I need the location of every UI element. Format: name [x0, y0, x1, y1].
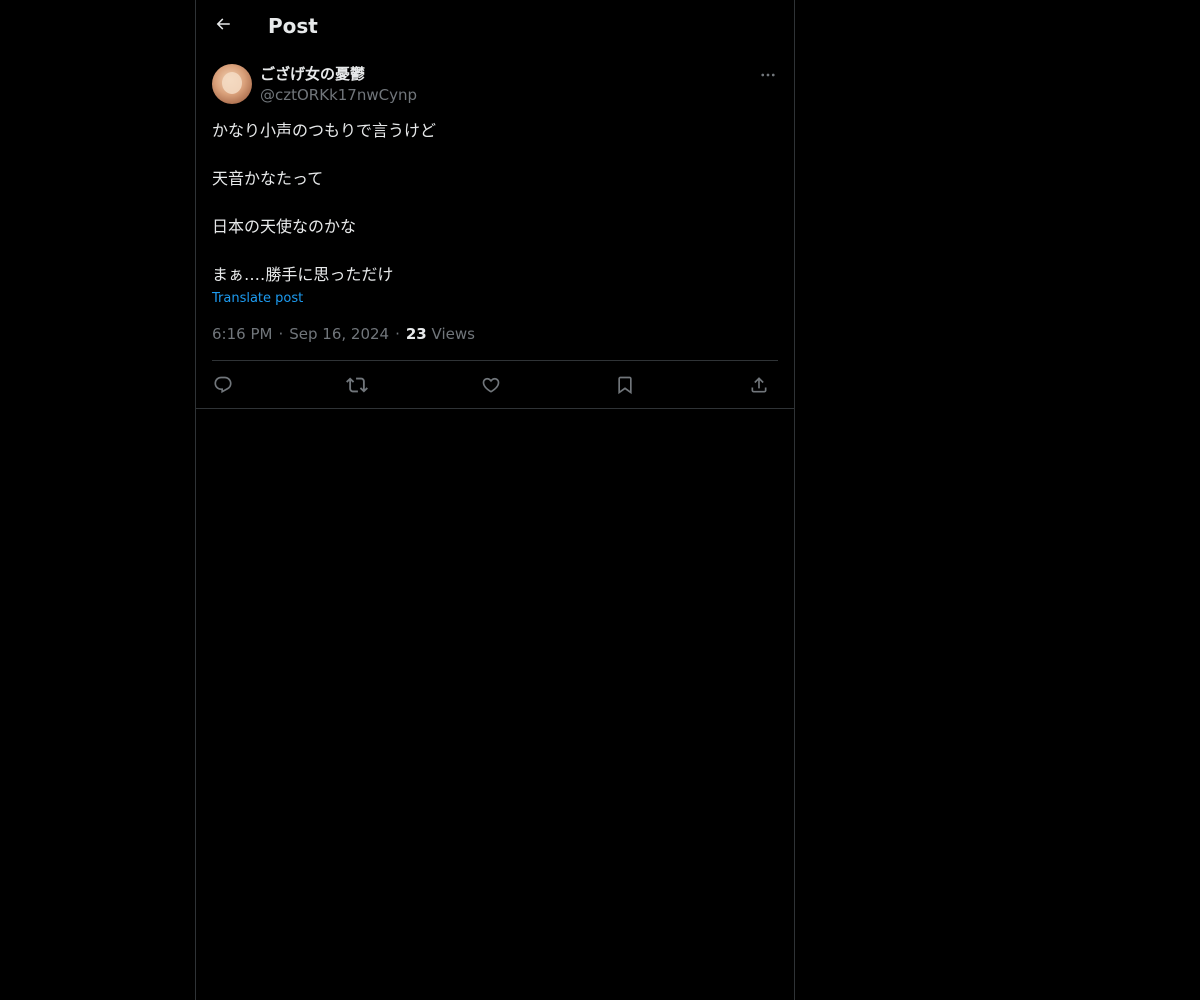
share-button[interactable]	[746, 372, 772, 398]
views-count: 23	[405, 325, 427, 343]
post-date[interactable]: Sep 16, 2024	[289, 325, 389, 343]
post-line: かなり小声のつもりで言うけど	[212, 121, 437, 140]
arrow-left-icon	[216, 18, 230, 30]
post-column: Post ござげ女の憂鬱 @cztORKk17nwCynp かなり小声のつもりで…	[195, 0, 795, 1000]
author-display-name[interactable]: ござげ女の憂鬱	[260, 64, 365, 84]
author-handle[interactable]: @cztORKk17nwCynp	[260, 85, 417, 105]
back-button[interactable]	[210, 11, 236, 37]
divider	[212, 360, 778, 361]
page-title: Post	[268, 14, 318, 38]
action-bar	[212, 370, 778, 398]
like-button[interactable]	[478, 372, 504, 398]
post-line-break	[212, 239, 778, 263]
post-line-break	[212, 143, 778, 167]
more-horizontal-icon	[761, 73, 775, 77]
post-line: 天音かなたって	[212, 169, 324, 188]
post-meta: 6:16 PM · Sep 16, 2024 · 23 Views	[212, 324, 475, 344]
avatar-face	[222, 72, 242, 94]
reply-button[interactable]	[210, 372, 236, 398]
post-line: 日本の天使なのかな	[212, 217, 357, 236]
share-icon	[751, 377, 767, 393]
avatar[interactable]	[212, 64, 252, 104]
post-text: かなり小声のつもりで言うけど 天音かなたって 日本の天使なのかな まぁ‥‥勝手に…	[212, 119, 778, 287]
post-bottom-border	[196, 408, 794, 409]
meta-separator: ·	[395, 325, 400, 343]
post-line-break	[212, 191, 778, 215]
like-icon	[482, 377, 500, 393]
translate-post-link[interactable]: Translate post	[212, 290, 303, 308]
post-header: Post	[196, 0, 794, 53]
views-label: Views	[431, 325, 475, 343]
more-button[interactable]	[757, 64, 779, 86]
bookmark-button[interactable]	[612, 372, 638, 398]
repost-icon	[346, 377, 368, 393]
reply-icon	[214, 376, 232, 394]
repost-button[interactable]	[344, 372, 370, 398]
meta-separator: ·	[278, 325, 284, 343]
post-time[interactable]: 6:16 PM	[212, 325, 272, 343]
bookmark-icon	[618, 376, 632, 395]
post-line: まぁ‥‥勝手に思っただけ	[212, 265, 394, 284]
